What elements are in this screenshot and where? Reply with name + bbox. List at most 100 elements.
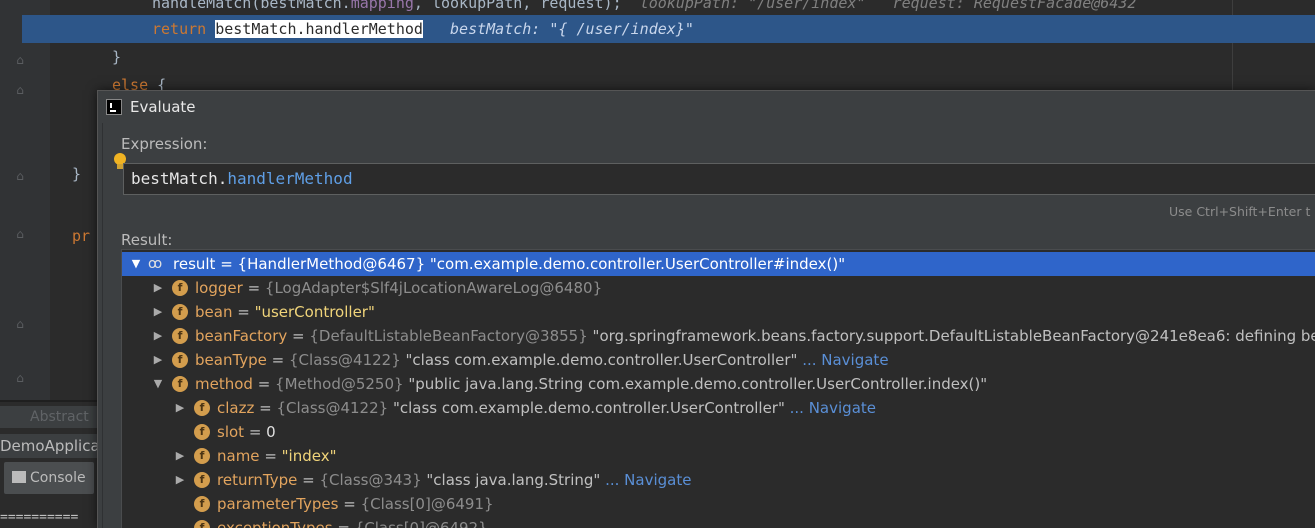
field-value: 0 — [266, 423, 276, 441]
tree-row[interactable]: ▶ f logger = {LogAdapter$Slf4jLocationAwar… — [122, 276, 1315, 300]
code-line-close: } — [72, 165, 82, 183]
expand-arrow-right-icon[interactable]: ▶ — [174, 444, 186, 468]
field-value: "class com.example.demo.controller.UserC… — [405, 351, 798, 369]
tree-row-text: slot = 0 — [217, 423, 276, 441]
tree-row-text: beanType = {Class@4122} "class com.examp… — [195, 351, 889, 369]
navigate-link[interactable]: ... Navigate — [797, 351, 888, 369]
field-icon: f — [194, 496, 210, 512]
field-name: slot — [217, 423, 245, 441]
field-icon: f — [194, 472, 210, 488]
tree-row-text: bean = "userController" — [195, 303, 375, 321]
field-icon: f — [172, 352, 188, 368]
expand-arrow-right-icon[interactable]: ▶ — [174, 396, 186, 420]
shortcut-hint: Use Ctrl+Shift+Enter t — [1169, 204, 1311, 219]
expand-arrow-right-icon[interactable]: ▶ — [152, 276, 164, 300]
selected-expression[interactable]: bestMatch.handlerMethod — [215, 20, 423, 38]
field-icon: f — [194, 424, 210, 440]
expand-arrow-right-icon[interactable]: ▶ — [152, 348, 164, 372]
object-reference: {Method@5250} — [275, 375, 409, 393]
tree-row[interactable]: ▶ f returnType = {Class@343} "class java.l… — [122, 468, 1315, 492]
tree-row-text: logger = {LogAdapter$Slf4jLocationAwareL… — [195, 279, 603, 297]
fold-marker-icon[interactable]: ⌂ — [12, 52, 28, 68]
field-icon: f — [172, 280, 188, 296]
dialog-title-bar[interactable]: Evaluate — [98, 91, 1315, 123]
tree-row-text: parameterTypes = {Class[0]@6491} — [217, 495, 494, 513]
dialog-title: Evaluate — [130, 98, 196, 116]
tree-row-text: name = "index" — [217, 447, 337, 465]
result-tree[interactable]: ▼ oo result = {HandlerMethod@6467} "com.ex… — [121, 249, 1315, 528]
expand-arrow-right-icon[interactable]: ▶ — [174, 468, 186, 492]
object-reference: {Class@343} — [319, 471, 427, 489]
field-icon: f — [194, 400, 210, 416]
expand-arrow-down-icon[interactable]: ▼ — [130, 252, 142, 276]
fold-marker-icon[interactable]: ⌂ — [12, 82, 28, 98]
navigate-link[interactable]: ... Navigate — [600, 471, 691, 489]
tree-row[interactable]: ▶ f clazz = {Class@4122} "class com.exampl… — [122, 396, 1315, 420]
tree-row[interactable]: f parameterTypes = {Class[0]@6491} — [122, 492, 1315, 516]
expand-arrow-right-icon[interactable]: ▶ — [152, 324, 164, 348]
field-name: clazz — [217, 399, 255, 417]
tree-row[interactable]: ▼ oo result = {HandlerMethod@6467} "com.ex… — [122, 252, 1315, 276]
field-value: "class java.lang.String" — [426, 471, 601, 489]
tree-row[interactable]: f slot = 0 — [122, 420, 1315, 444]
result-label: Result: — [121, 231, 173, 249]
field-icon: f — [194, 448, 210, 464]
fold-marker-icon[interactable]: ⌂ — [12, 370, 28, 386]
tree-row[interactable]: ▶ f name = "index" — [122, 444, 1315, 468]
expression-label: Expression: — [121, 135, 208, 153]
code-line-return: return bestMatch.handlerMethod bestMatch… — [152, 20, 694, 38]
tree-row[interactable]: f exceptionTypes = {Class[0]@6492} — [122, 516, 1315, 528]
field-value: "public java.lang.String com.example.dem… — [408, 375, 988, 393]
field-name: parameterTypes — [217, 495, 339, 513]
code-line-brace: } — [112, 48, 122, 66]
dialog-body: Expression: bestMatch.handlerMethod Use … — [102, 123, 1315, 528]
field-value: "userController" — [254, 303, 375, 321]
code-line-private: pr — [72, 227, 91, 245]
tree-row-text: returnType = {Class@343} "class java.lan… — [217, 471, 692, 489]
object-reference: {HandlerMethod@6467} — [237, 255, 430, 273]
console-icon — [12, 471, 26, 483]
object-reference: {Class[0]@6491} — [360, 495, 494, 513]
object-reference: {LogAdapter$Slf4jLocationAwareLog@6480} — [264, 279, 603, 297]
field-icon: f — [172, 304, 188, 320]
glasses-icon: oo — [148, 256, 162, 272]
field-name: beanFactory — [195, 327, 288, 345]
editor-tab-abstract[interactable]: Abstract — [0, 406, 98, 428]
intellij-app-icon — [106, 99, 122, 115]
field-name: bean — [195, 303, 233, 321]
fold-marker-icon[interactable]: ⌂ — [12, 316, 28, 332]
object-reference: {DefaultListableBeanFactory@3855} — [309, 327, 593, 345]
tree-row[interactable]: ▶ f bean = "userController" — [122, 300, 1315, 324]
tree-row-text: clazz = {Class@4122} "class com.example.… — [217, 399, 876, 417]
field-name: method — [195, 375, 253, 393]
tree-row[interactable]: ▶ f beanType = {Class@4122} "class com.exa… — [122, 348, 1315, 372]
field-value: "org.springframework.beans.factory.suppo… — [592, 327, 1315, 345]
tree-row-text: result = {HandlerMethod@6467} "com.examp… — [173, 255, 846, 273]
tree-row-text: method = {Method@5250} "public java.lang… — [195, 375, 988, 393]
object-reference: {Class@4122} — [289, 351, 406, 369]
console-output: ========== — [0, 508, 86, 527]
field-value: "index" — [281, 447, 337, 465]
run-config-name[interactable]: DemoApplica — [0, 434, 100, 458]
field-icon: f — [172, 328, 188, 344]
expand-arrow-right-icon[interactable]: ▶ — [152, 300, 164, 324]
expression-input[interactable]: bestMatch.handlerMethod — [123, 163, 1315, 195]
field-name: logger — [195, 279, 243, 297]
tree-row[interactable]: ▼ f method = {Method@5250} "public java.la… — [122, 372, 1315, 396]
field-value: "com.example.demo.controller.UserControl… — [429, 255, 846, 273]
panel-separator — [0, 400, 98, 402]
fold-marker-icon[interactable]: ⌂ — [12, 168, 28, 184]
expand-arrow-down-icon[interactable]: ▼ — [152, 372, 164, 396]
object-reference: {Class@4122} — [276, 399, 393, 417]
navigate-link[interactable]: ... Navigate — [785, 399, 876, 417]
code-line-handle-match: handleMatch(bestMatch.mapping, lookupPat… — [152, 0, 1137, 12]
fold-marker-icon[interactable]: ⌂ — [12, 226, 28, 242]
field-icon: f — [172, 376, 188, 392]
console-tab[interactable]: Console — [4, 462, 94, 494]
tree-row-text: beanFactory = {DefaultListableBeanFactor… — [195, 324, 1315, 348]
field-name: result — [173, 255, 216, 273]
tree-row[interactable]: ▶ f beanFactory = {DefaultListableBeanFact… — [122, 324, 1315, 348]
tree-row-text: exceptionTypes = {Class[0]@6492} — [217, 516, 488, 528]
field-name: name — [217, 447, 260, 465]
evaluate-dialog: Evaluate Expression: bestMatch.handlerMe… — [97, 90, 1315, 528]
